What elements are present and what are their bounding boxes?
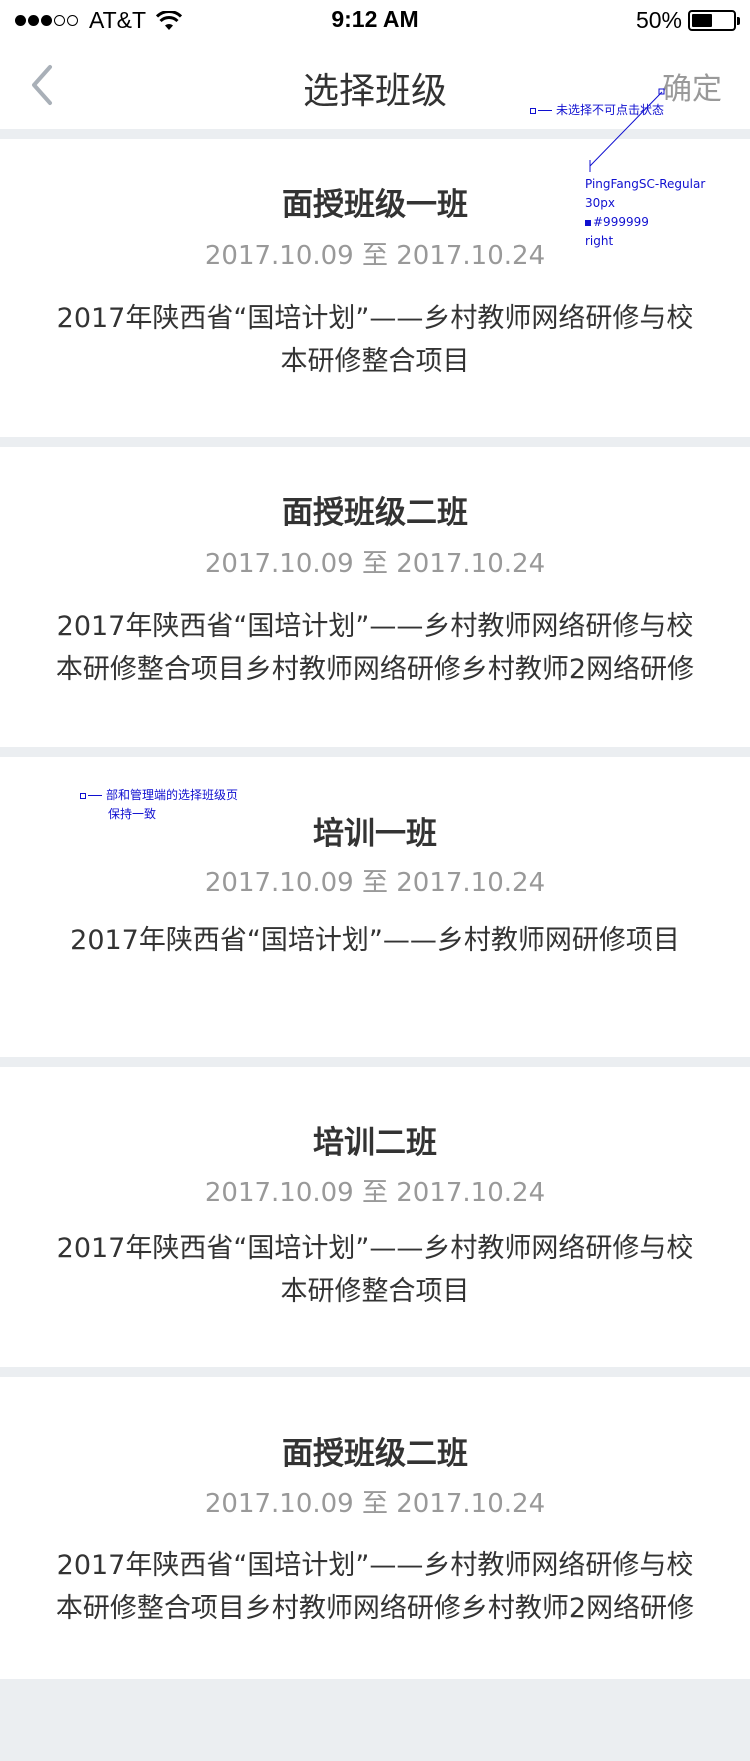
class-name: 面授班级二班 [282,495,468,531]
class-description: 2017年陕西省“国培计划”——乡村教师网络研修与校本研修整合项目乡村教师网络研… [55,1550,695,1624]
annotation-size: 30px [585,196,615,210]
status-right: 50% [635,7,740,34]
battery-percentage: 50% [635,7,682,33]
class-description: 2017年陕西省“国培计划”——乡村教师网络研修与校本研修整合项目乡村教师网络研… [55,611,695,685]
page: AT&T 9:12 AM 50% 选择班级 确定 面授班级一班 2017.10.… [0,0,750,1761]
battery-icon [688,10,740,31]
consistency-annotation: 部和管理端的选择班级页 保持一致 [80,786,238,824]
class-date: 2017.10.09 至 2017.10.24 [204,1178,546,1208]
annotation-align: right [585,234,614,248]
annotation-text: 未选择不可点击状态 [556,103,665,117]
confirm-state-annotation: 未选择不可点击状态 [530,101,664,120]
class-description: 2017年陕西省“国培计划”——乡村教师网络研修与校本研修整合项目 [56,303,694,377]
annotation-text: 保持一致 [108,807,157,821]
class-date: 2017.10.09 至 2017.10.24 [204,868,546,898]
class-description: 2017年陕西省“国培计划”——乡村教师网络研修与校本研修整合项目 [56,1233,694,1307]
annotation-color: #999999 [593,215,649,229]
class-name: 培训二班 [313,1125,437,1161]
class-item[interactable]: 面授班级二班 2017.10.09 至 2017.10.24 2017年陕西省“… [0,447,750,747]
class-item[interactable]: 面授班级二班 2017.10.09 至 2017.10.24 2017年陕西省“… [0,1377,750,1679]
status-bar: AT&T 9:12 AM 50% [0,0,750,40]
class-date: 2017.10.09 至 2017.10.24 [204,549,546,579]
class-name: 面授班级二班 [282,1436,468,1472]
annotation-font: PingFangSC-Regular [585,177,706,191]
battery-level [692,14,712,27]
confirm-button[interactable]: 确定 [662,64,722,108]
class-item[interactable]: 培训二班 2017.10.09 至 2017.10.24 2017年陕西省“国培… [0,1067,750,1367]
font-spec-annotation: PingFangSC-Regular 30px #999999 right [585,175,705,251]
annotation-text: 部和管理端的选择班级页 [106,788,239,802]
class-date: 2017.10.09 至 2017.10.24 [204,1489,546,1519]
class-description: 2017年陕西省“国培计划”——乡村教师网研修项目 [70,925,680,956]
